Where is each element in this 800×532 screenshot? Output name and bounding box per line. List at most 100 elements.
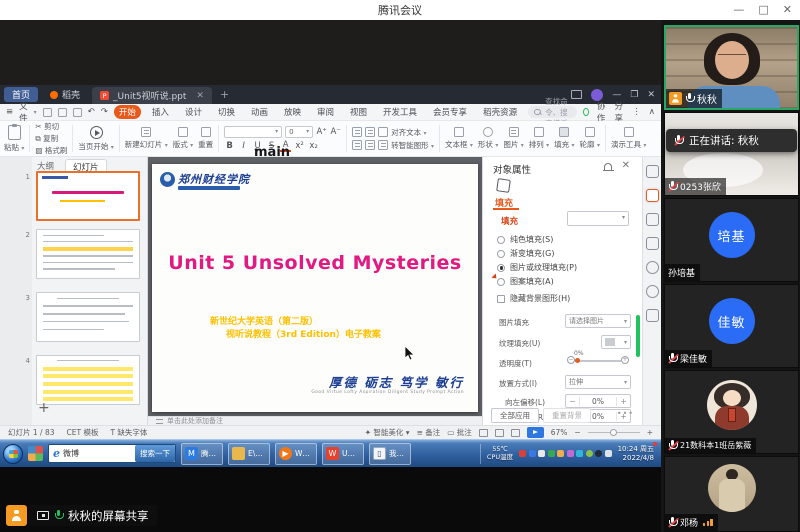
minimize-icon[interactable]: — xyxy=(733,0,744,20)
taskbar-app-meeting[interactable]: M 腾… xyxy=(181,443,223,465)
missing-font-warning[interactable]: Ƭ 缺失字体 xyxy=(110,427,147,438)
indent-icon[interactable] xyxy=(378,127,388,137)
ribbon-tab-devtools[interactable]: 开发工具 xyxy=(378,105,422,119)
maximize-icon[interactable]: □ xyxy=(758,0,768,20)
layout-button[interactable]: 版式 ▾ xyxy=(173,127,193,150)
ribbon-tab-insert[interactable]: 插入 xyxy=(147,105,174,119)
textbox-button[interactable]: 文本框 ▾ xyxy=(445,127,473,150)
save-icon[interactable] xyxy=(43,108,52,117)
wps-document-tab[interactable]: P _Unit5视听说.ppt ✕ xyxy=(92,87,212,104)
zoom-level[interactable]: 67% xyxy=(551,428,568,437)
ribbon-tab-review[interactable]: 审阅 xyxy=(312,105,339,119)
slide-thumbnail-3[interactable] xyxy=(36,292,140,342)
reading-view-icon[interactable] xyxy=(511,429,520,437)
taskbar-clock[interactable]: 10:24 周五2022/4/8 xyxy=(618,445,654,462)
ribbon-tab-docer-res[interactable]: 稻壳资源 xyxy=(478,105,522,119)
close-panel-icon[interactable]: ✕ xyxy=(622,160,630,171)
smart-graphic-button[interactable]: 转智能图形 ▾ xyxy=(391,140,434,151)
font-name-combo[interactable]: ▾ xyxy=(224,126,282,138)
panel-scrollbar[interactable] xyxy=(636,315,640,357)
beautify-button[interactable]: ✦ 智能美化 ▾ xyxy=(365,427,410,438)
taskbar-app-player[interactable]: ▶ W… xyxy=(275,443,317,465)
command-search-input[interactable]: 查找命令、搜索模板 xyxy=(528,106,577,118)
help-panel-icon[interactable] xyxy=(646,261,659,274)
present-tools-button[interactable]: 演示工具 ▾ xyxy=(611,127,646,150)
beautify-panel-icon[interactable] xyxy=(646,213,659,226)
format-painter-button[interactable]: ▨ 格式刷 xyxy=(35,145,67,156)
radio-solid-fill[interactable]: 纯色填充(S) xyxy=(497,234,553,245)
assistant-icon[interactable] xyxy=(583,108,588,116)
superscript-button[interactable]: x² xyxy=(294,141,305,151)
opacity-slider[interactable]: − 0% + xyxy=(567,353,629,367)
wps-close-icon[interactable]: ✕ xyxy=(647,90,655,100)
placement-select[interactable]: 拉伸▾ xyxy=(565,375,631,389)
taskbar-app-phone[interactable]: ▯ 我… xyxy=(369,443,411,465)
participant-tile-liangjiamin[interactable]: 佳敏 梁佳敏 xyxy=(664,284,799,368)
zoom-out-icon[interactable]: − xyxy=(574,428,580,437)
sorter-view-icon[interactable] xyxy=(495,429,504,437)
participant-tile-zhangxin[interactable]: 0253张欣 xyxy=(664,112,799,196)
radio-pattern-fill[interactable]: 图案填充(A) xyxy=(497,276,554,287)
play-from-current-button[interactable]: 当页开始 ▾ xyxy=(78,126,113,152)
new-slide-button[interactable]: 新建幻灯片 ▾ xyxy=(125,127,168,150)
picture-fill-select[interactable]: 请选择图片▾ xyxy=(565,314,631,328)
apply-all-button[interactable]: 全部应用 xyxy=(491,408,539,423)
align-center-icon[interactable] xyxy=(365,140,375,150)
ribbon-tab-transition[interactable]: 切换 xyxy=(213,105,240,119)
layout-panel-icon[interactable] xyxy=(646,237,659,250)
fill-section-header[interactable]: 填充 xyxy=(493,215,518,227)
close-document-icon[interactable]: ✕ xyxy=(196,91,204,101)
texture-preview-dropdown[interactable] xyxy=(567,211,629,226)
copy-button[interactable]: ⧉ 复制 xyxy=(35,133,58,144)
hamburger-icon[interactable]: ≡ xyxy=(6,107,13,117)
bell-icon[interactable] xyxy=(604,163,612,170)
ribbon-tab-member[interactable]: 会员专享 xyxy=(428,105,472,119)
comments-button[interactable]: ▭ 批注 xyxy=(447,427,471,438)
redo-icon[interactable]: ↷ xyxy=(101,107,108,117)
radio-picture-fill[interactable]: 图片或纹理填充(P) xyxy=(497,262,577,273)
tray-icons[interactable] xyxy=(519,450,612,457)
participant-tile-dengyang[interactable]: 邓杨 xyxy=(664,456,799,532)
slide-thumbnail-1[interactable] xyxy=(36,171,140,221)
arrange-button[interactable]: 排列 ▾ xyxy=(529,127,549,150)
quick-launch-icon[interactable] xyxy=(28,446,43,461)
radio-gradient-fill[interactable]: 渐变填充(G) xyxy=(497,248,554,259)
shape-button[interactable]: 形状 ▾ xyxy=(478,127,498,150)
resource-panel-icon[interactable] xyxy=(646,285,659,298)
more-dots-icon[interactable]: ••• xyxy=(617,409,634,418)
undo-icon[interactable]: ↶ xyxy=(88,107,95,117)
zoom-slider[interactable] xyxy=(588,432,640,434)
ribbon-tab-view[interactable]: 视图 xyxy=(345,105,372,119)
slideshow-play-button[interactable] xyxy=(527,427,544,438)
participant-tile-yueziwei[interactable]: 21数科本1班岳紫薇 xyxy=(664,370,799,454)
search-go-button[interactable]: 搜索一下 xyxy=(135,445,175,462)
new-document-tab-icon[interactable]: + xyxy=(220,88,229,101)
font-size-combo[interactable]: 0▾ xyxy=(285,126,313,138)
wps-docer-tab[interactable]: 稻壳 xyxy=(42,87,88,102)
start-button[interactable] xyxy=(3,444,23,464)
line-spacing-icon[interactable] xyxy=(378,140,388,150)
participant-tile-qiuqiu[interactable]: 秋秋 xyxy=(664,25,799,110)
template-name[interactable]: CET 模板 xyxy=(67,427,99,438)
export-icon[interactable] xyxy=(73,108,82,117)
properties-panel-icon[interactable] xyxy=(646,189,659,202)
align-left-icon[interactable] xyxy=(352,140,362,150)
wps-account-avatar[interactable] xyxy=(591,89,603,101)
bold-button[interactable]: B xyxy=(224,141,235,151)
taskbar-app-wps[interactable]: W U… xyxy=(322,443,364,465)
icons-panel-icon[interactable] xyxy=(646,309,659,322)
ribbon-tab-start[interactable]: 开始 xyxy=(114,105,141,119)
wps-restore-icon[interactable]: ❐ xyxy=(630,90,638,100)
effects-panel-icon[interactable] xyxy=(646,165,659,178)
ribbon-tab-design[interactable]: 设计 xyxy=(180,105,207,119)
zoom-in-icon[interactable]: + xyxy=(647,428,653,437)
paste-button[interactable]: 粘贴 ▾ xyxy=(4,125,24,153)
ribbon-tab-slideshow[interactable]: 放映 xyxy=(279,105,306,119)
print-icon[interactable] xyxy=(58,108,67,117)
picture-button[interactable]: 图片 ▾ xyxy=(503,127,523,150)
close-icon[interactable]: ✕ xyxy=(783,0,792,20)
outline-button[interactable]: 轮廓 ▾ xyxy=(580,127,600,150)
slide-thumbnail-4[interactable] xyxy=(36,355,140,405)
taskbar-search-box[interactable]: e 微博 搜索一下 xyxy=(48,444,176,463)
fill-button[interactable]: 填充 ▾ xyxy=(554,127,574,150)
